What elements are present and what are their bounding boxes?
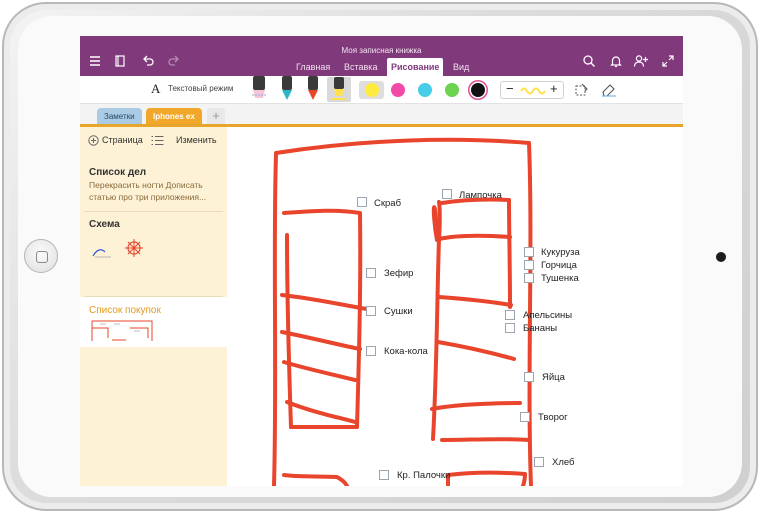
checkbox[interactable] xyxy=(524,273,534,283)
page-list-header: Страница Изменить xyxy=(80,127,227,153)
checkbox[interactable] xyxy=(505,310,515,320)
page-title: Список покупок xyxy=(89,305,161,316)
checkbox[interactable] xyxy=(524,247,534,257)
notebooks-icon[interactable] xyxy=(112,54,128,70)
item-label: Творог xyxy=(538,412,568,423)
section-tab-notes[interactable]: Заметки xyxy=(97,108,142,125)
checkbox[interactable] xyxy=(520,412,530,422)
checkbox[interactable] xyxy=(379,470,389,480)
lasso-icon[interactable] xyxy=(574,82,590,103)
page-list: Страница Изменить Список дел Перекрасить… xyxy=(80,127,227,486)
item-label: Сушки xyxy=(384,306,413,317)
draw-ribbon: A Текстовый режим − + xyxy=(80,76,683,104)
page-thumbnail xyxy=(92,239,143,258)
color-more-swatch[interactable] xyxy=(471,83,485,97)
stroke-width-control: − + xyxy=(500,81,564,99)
tab-view[interactable]: Вид xyxy=(449,58,473,76)
page-item-todo[interactable]: Список дел Перекрасить ногти Дописать ст… xyxy=(80,158,227,202)
checkbox[interactable] xyxy=(442,189,452,199)
checkbox[interactable] xyxy=(366,306,376,316)
add-person-icon[interactable] xyxy=(633,54,649,70)
width-increase-button[interactable]: + xyxy=(550,81,558,96)
item-label: Тушенка xyxy=(541,273,579,284)
pen-red-icon[interactable] xyxy=(302,76,324,102)
add-page-button[interactable]: Страница xyxy=(102,135,143,145)
search-icon[interactable] xyxy=(581,54,597,70)
page-preview: Перекрасить ногти Дописать статью про тр… xyxy=(89,180,207,202)
stroke-preview-icon xyxy=(520,87,546,95)
page-divider xyxy=(84,211,223,212)
width-decrease-button[interactable]: − xyxy=(506,81,514,96)
title-bar: Моя записная книжка Главная Вставка Рисо… xyxy=(80,36,683,76)
checkbox[interactable] xyxy=(357,197,367,207)
note-canvas[interactable]: Скраб Лампочка Зефир Сушки Кока-кола Кук… xyxy=(227,127,683,486)
checkbox[interactable] xyxy=(366,268,376,278)
edit-pages-button[interactable]: Изменить xyxy=(176,135,217,145)
item-label: Апельсины xyxy=(523,310,573,321)
item-label: Скраб xyxy=(374,198,402,209)
home-square-icon xyxy=(36,251,48,263)
home-button[interactable] xyxy=(24,239,58,273)
page-item-shopping[interactable]: Список покупок xyxy=(80,297,227,347)
camera xyxy=(716,252,726,262)
item-label: Горчица xyxy=(541,260,577,271)
text-mode-icon[interactable]: A xyxy=(151,81,160,97)
color-yellow-swatch[interactable] xyxy=(364,83,379,97)
page-title: Список дел xyxy=(89,167,147,178)
add-page-icon[interactable] xyxy=(88,135,99,146)
section-bar: Заметки Iphones ex + xyxy=(80,104,683,125)
item-label: Лампочка xyxy=(459,190,502,201)
page-title: Схема xyxy=(89,219,120,230)
tab-insert[interactable]: Вставка xyxy=(340,58,381,76)
color-cyan-swatch[interactable] xyxy=(418,83,432,97)
add-section-button[interactable]: + xyxy=(207,108,225,124)
item-label: Кока-кола xyxy=(384,346,428,357)
item-label: Хлеб xyxy=(552,457,575,468)
menu-icon[interactable] xyxy=(87,54,103,70)
item-label: Кр. Палочки xyxy=(397,470,451,481)
item-label: Бананы xyxy=(523,323,558,334)
onenote-screen: Моя записная книжка Главная Вставка Рисо… xyxy=(80,36,683,486)
item-label: Кукуруза xyxy=(541,247,580,258)
checkbox[interactable] xyxy=(505,323,515,333)
item-label: Яйца xyxy=(542,372,565,383)
pen-teal-icon[interactable] xyxy=(276,76,298,102)
page-thumbnail xyxy=(91,320,153,341)
color-pink-swatch[interactable] xyxy=(391,83,405,97)
checkbox[interactable] xyxy=(366,346,376,356)
ink-drawing xyxy=(272,137,533,486)
color-green-swatch[interactable] xyxy=(445,83,459,97)
highlighter-yellow-selected[interactable] xyxy=(327,77,351,102)
page-item-scheme[interactable]: Схема xyxy=(80,213,227,261)
tab-draw[interactable]: Рисование xyxy=(387,58,444,76)
section-tab-iphones[interactable]: Iphones ex xyxy=(146,108,202,125)
item-label: Зефир xyxy=(384,268,414,279)
checkbox[interactable] xyxy=(534,457,544,467)
bell-icon[interactable] xyxy=(608,54,624,70)
redo-icon[interactable] xyxy=(166,54,182,70)
text-mode-label[interactable]: Текстовый режим xyxy=(168,84,233,93)
checkbox[interactable] xyxy=(524,372,534,382)
undo-icon[interactable] xyxy=(140,54,156,70)
highlighter-pink-pen-icon[interactable] xyxy=(248,76,270,102)
eraser-icon[interactable] xyxy=(600,82,618,103)
tab-home[interactable]: Главная xyxy=(292,58,334,76)
checkbox[interactable] xyxy=(524,260,534,270)
expand-icon[interactable] xyxy=(660,54,676,70)
list-view-icon[interactable] xyxy=(151,135,164,146)
